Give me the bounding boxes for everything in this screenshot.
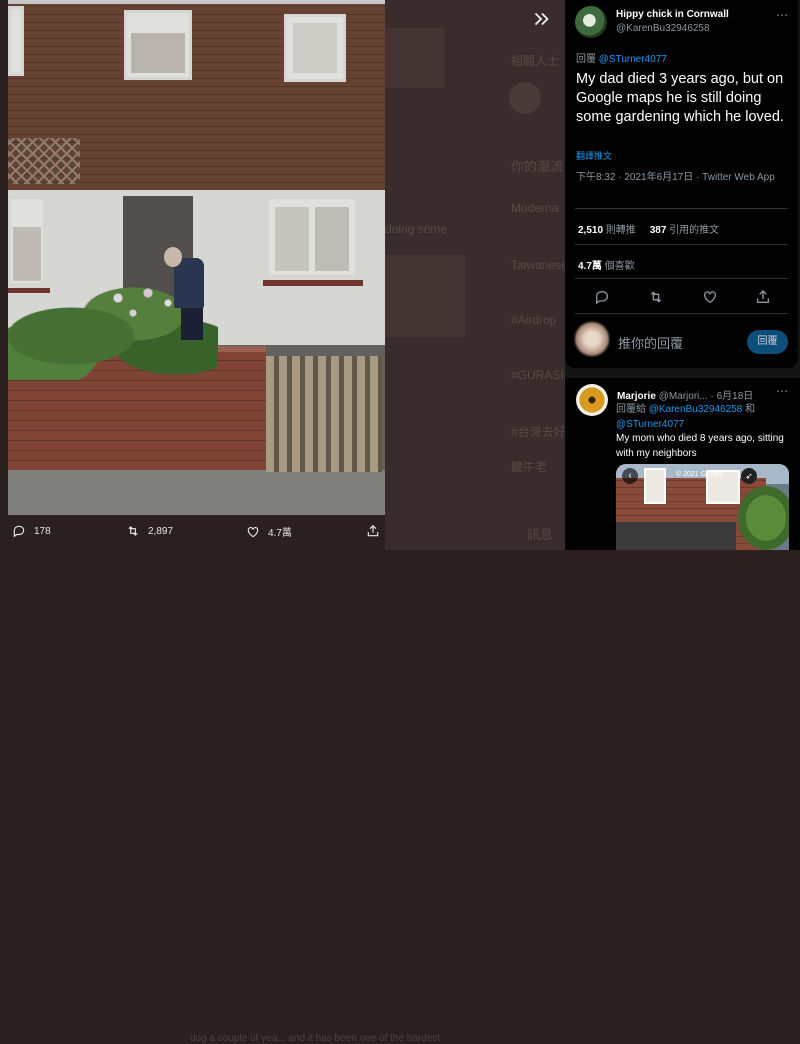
tweet-timestamp: 下午8:32 · 2021年6月17日 · Twitter Web App	[576, 172, 775, 183]
background-section-people: 相關人士	[511, 54, 560, 68]
background-caption: dog a couple of yea... and it has been o…	[190, 1033, 441, 1044]
background-trend: #Airdrop	[511, 313, 557, 327]
retweet-count[interactable]: 2,510	[578, 225, 603, 236]
reply-input[interactable]: 推你的回覆	[618, 333, 683, 352]
compass-icon[interactable]: ➶	[741, 468, 757, 484]
retweet-icon	[128, 526, 138, 536]
share-icon	[367, 524, 379, 537]
background-card	[385, 255, 465, 337]
reply-icon[interactable]	[594, 289, 610, 305]
retweet-label[interactable]: 則轉推	[606, 225, 636, 236]
background-trend: Taiwanese	[511, 258, 565, 272]
current-user-avatar	[575, 322, 609, 356]
divider	[575, 278, 788, 279]
reply-submit-button[interactable]: 回覆	[747, 330, 788, 354]
background-trend: 聽牛老	[511, 460, 548, 474]
media-tree	[738, 486, 789, 550]
media-credit: © 2021 Google	[676, 471, 724, 478]
like-count[interactable]: 4.7萬	[578, 261, 602, 272]
reply-author-line[interactable]: Marjorie @Marjori... · 6月18日	[617, 387, 753, 402]
reply-author-name[interactable]: Marjorie	[617, 391, 656, 402]
background-page: 相關人士 你的潮流 Moderna doing some Taiwanese #…	[385, 0, 565, 550]
reply-tweet-text: My mom who died 8 years ago, sitting wit…	[616, 433, 784, 459]
background-trend: #台灣去好	[511, 425, 565, 439]
photo-reply-button[interactable]: 178	[12, 524, 51, 538]
share-icon[interactable]	[755, 289, 771, 305]
more-options-icon[interactable]: ⋯	[776, 384, 788, 398]
tweet-author-handle[interactable]: @KarenBu32946258	[616, 23, 710, 34]
tweet-author-avatar[interactable]	[575, 6, 607, 38]
tweet-reply-context: 回覆 @STurner4077	[576, 50, 667, 65]
tweet-stats: 2,510 則轉推 387 引用的推文	[578, 221, 719, 236]
collapse-panel-icon[interactable]	[530, 8, 552, 30]
photo-shade	[8, 0, 385, 515]
translate-tweet-link[interactable]: 翻譯推文	[576, 149, 612, 162]
retweet-icon[interactable]	[648, 289, 664, 305]
photo-retweet-count: 2,897	[148, 525, 174, 537]
background-avatar	[509, 82, 541, 114]
media-back-icon[interactable]: ‹	[622, 468, 638, 484]
background-snippet: doing some	[385, 222, 448, 236]
like-label[interactable]: 個喜歡	[605, 261, 635, 272]
background-trend: Moderna	[511, 201, 559, 215]
reply-author-avatar[interactable]	[576, 384, 608, 416]
heart-icon[interactable]	[702, 289, 718, 305]
photo-like-button[interactable]: 4.7萬	[246, 524, 292, 539]
divider	[575, 313, 788, 314]
reply-to-link[interactable]: @STurner4077	[599, 54, 667, 65]
divider	[575, 208, 788, 209]
reply-icon	[13, 525, 25, 538]
photo-share-button[interactable]	[366, 524, 380, 538]
reply-to-link[interactable]: @KarenBu32946258	[649, 404, 743, 415]
quote-label[interactable]: 引用的推文	[669, 225, 719, 236]
tweet-text: My dad died 3 years ago, but on Google m…	[576, 71, 784, 125]
tweet-likes: 4.7萬 個喜歡	[578, 257, 635, 272]
photo-reply-count: 178	[34, 525, 51, 537]
reply-tweet-context: 回覆給 @KarenBu32946258 和 @STurner4077	[616, 402, 786, 432]
background-trend: #GURASIR	[511, 368, 565, 382]
photo-action-bar: dog a couple of yea... and it has been o…	[0, 515, 440, 1044]
reply-tweet-media[interactable]: ‹ © 2021 Google ➶	[616, 464, 789, 550]
reply-prefix: 回覆給	[616, 404, 646, 415]
background-section-trends: 你的潮流	[511, 159, 564, 174]
more-options-icon[interactable]: ⋯	[776, 8, 788, 22]
background-messages: 訊息	[527, 527, 554, 542]
tweet-author-name[interactable]: Hippy chick in Cornwall	[616, 9, 729, 20]
heart-icon	[247, 526, 259, 537]
media-roof	[616, 522, 736, 550]
background-image	[385, 28, 445, 88]
divider	[575, 244, 788, 245]
photo-like-count: 4.7萬	[268, 528, 292, 539]
reply-and: 和	[745, 404, 756, 415]
reply-to-link[interactable]: @STurner4077	[616, 419, 684, 430]
reply-prefix: 回覆	[576, 54, 596, 65]
reply-author-handle-date[interactable]: @Marjori... · 6月18日	[659, 391, 754, 402]
quote-count[interactable]: 387	[650, 225, 667, 236]
street-view-photo[interactable]	[8, 0, 385, 515]
media-window	[644, 468, 666, 504]
photo-retweet-button[interactable]: 2,897	[126, 524, 173, 538]
